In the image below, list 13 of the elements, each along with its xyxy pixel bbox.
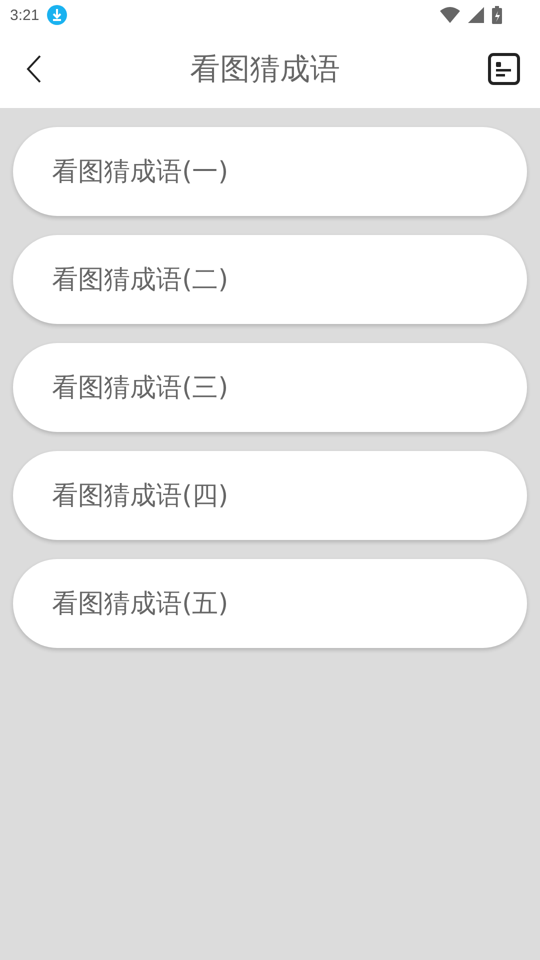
status-time: 3:21 <box>10 6 40 24</box>
back-button[interactable] <box>26 55 42 83</box>
level-item[interactable]: 看图猜成语(一) <box>13 127 527 216</box>
level-item[interactable]: 看图猜成语(二) <box>13 235 527 324</box>
page-title: 看图猜成语 <box>190 50 340 88</box>
level-item[interactable]: 看图猜成语(四) <box>13 451 527 540</box>
document-icon[interactable] <box>488 53 520 85</box>
battery-icon <box>492 6 502 24</box>
download-icon <box>47 5 68 25</box>
level-item[interactable]: 看图猜成语(五) <box>13 559 527 648</box>
level-item[interactable]: 看图猜成语(三) <box>13 343 527 432</box>
wifi-icon <box>440 7 460 23</box>
signal-icon <box>468 7 484 23</box>
